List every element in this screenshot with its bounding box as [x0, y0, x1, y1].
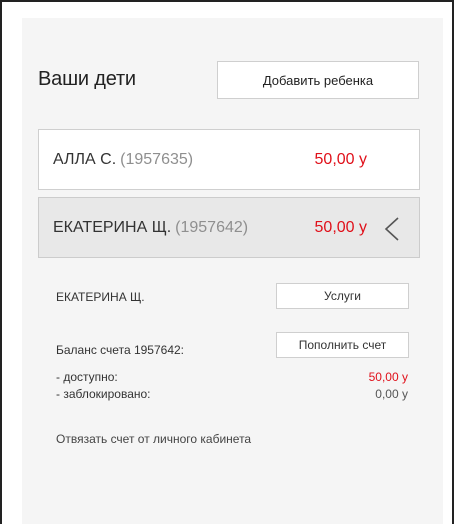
- child-balance: 50,00 у: [314, 150, 367, 168]
- available-value: 50,00 у: [368, 370, 408, 384]
- unlink-account-link[interactable]: Отвязать счет от личного кабинета: [56, 432, 251, 446]
- add-child-button[interactable]: Добавить ребенка: [217, 61, 419, 99]
- child-card-alla[interactable]: АЛЛА С. (1957635) 50,00 у: [38, 129, 420, 190]
- child-name: АЛЛА С.: [53, 150, 117, 168]
- page-title: Ваши дети: [38, 68, 136, 90]
- child-account-id: (1957642): [175, 218, 249, 236]
- child-balance: 50,00 у: [314, 218, 367, 236]
- chevron-left-icon[interactable]: [381, 215, 405, 243]
- available-label: - доступно:: [56, 370, 118, 384]
- blocked-value: 0,00 у: [375, 387, 408, 401]
- selected-child-name: ЕКАТЕРИНА Щ.: [56, 290, 145, 304]
- services-button[interactable]: Услуги: [276, 283, 409, 309]
- balance-label: Баланс счета 1957642:: [56, 343, 184, 357]
- child-name: ЕКАТЕРИНА Щ.: [53, 218, 172, 236]
- top-up-button[interactable]: Пополнить счет: [276, 332, 409, 358]
- child-account-id: (1957635): [120, 150, 194, 168]
- child-card-ekaterina[interactable]: ЕКАТЕРИНА Щ. (1957642) 50,00 у: [38, 197, 420, 258]
- blocked-label: - заблокировано:: [56, 387, 151, 401]
